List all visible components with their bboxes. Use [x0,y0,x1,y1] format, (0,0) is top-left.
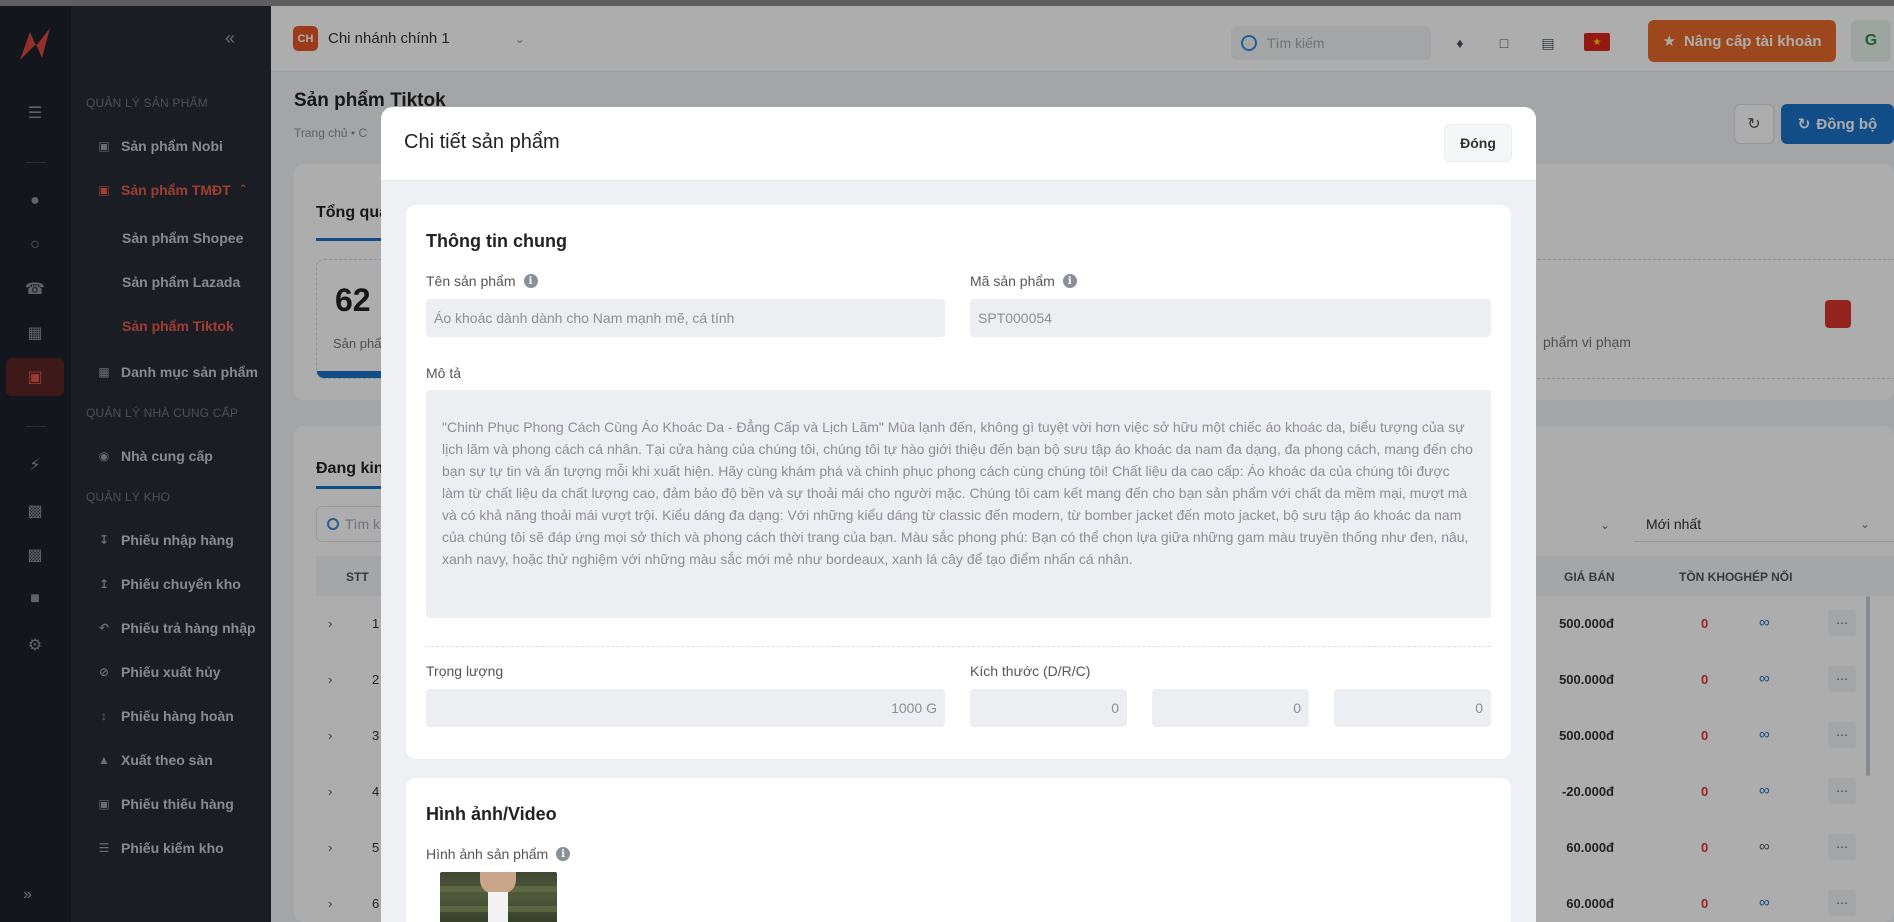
product-detail-modal: Chi tiết sản phẩm Đóng Thông tin chung T… [381,107,1536,922]
model-shirt [488,892,508,922]
modal-title: Chi tiết sản phẩm [404,131,560,153]
product-name-label: Tên sản phẩm i [426,273,538,289]
product-code-field[interactable]: SPT000054 [970,299,1491,337]
width-field[interactable]: 0 [1152,689,1309,727]
label-text: Mã sản phẩm [970,273,1055,289]
product-name-field[interactable]: Áo khoác dành dành cho Nam mạnh mẽ, cá t… [426,299,945,337]
modal-header: Chi tiết sản phẩm Đóng [381,107,1536,181]
description-label: Mô tả [426,365,462,381]
section-title: Thông tin chung [426,231,567,251]
media-section: Hình ảnh/Video Hình ảnh sản phẩm i [406,778,1511,922]
product-code-label: Mã sản phẩm i [970,273,1077,289]
model-face [480,872,516,894]
info-icon[interactable]: i [1062,274,1077,288]
dimensions-label: Kích thước (D/R/C) [970,663,1091,679]
info-icon[interactable]: i [556,847,571,861]
height-field[interactable]: 0 [1334,689,1491,727]
length-field[interactable]: 0 [970,689,1127,727]
general-info-section: Thông tin chung Tên sản phẩm i Áo khoác … [406,205,1511,759]
weight-label: Trọng lượng [426,663,504,679]
description-field[interactable]: "Chinh Phục Phong Cách Cùng Áo Khoác Da … [426,390,1491,618]
label-text: Hình ảnh sản phẩm [426,846,549,862]
weight-field[interactable]: 1000 G [426,689,945,727]
close-button[interactable]: Đóng [1444,124,1512,162]
label-text: Tên sản phẩm [426,273,516,289]
info-icon[interactable]: i [523,274,538,288]
product-images-label: Hình ảnh sản phẩm i [426,846,571,862]
section-divider [426,646,1491,647]
section-title: Hình ảnh/Video [426,804,557,824]
product-image-thumbnail[interactable] [440,872,557,922]
